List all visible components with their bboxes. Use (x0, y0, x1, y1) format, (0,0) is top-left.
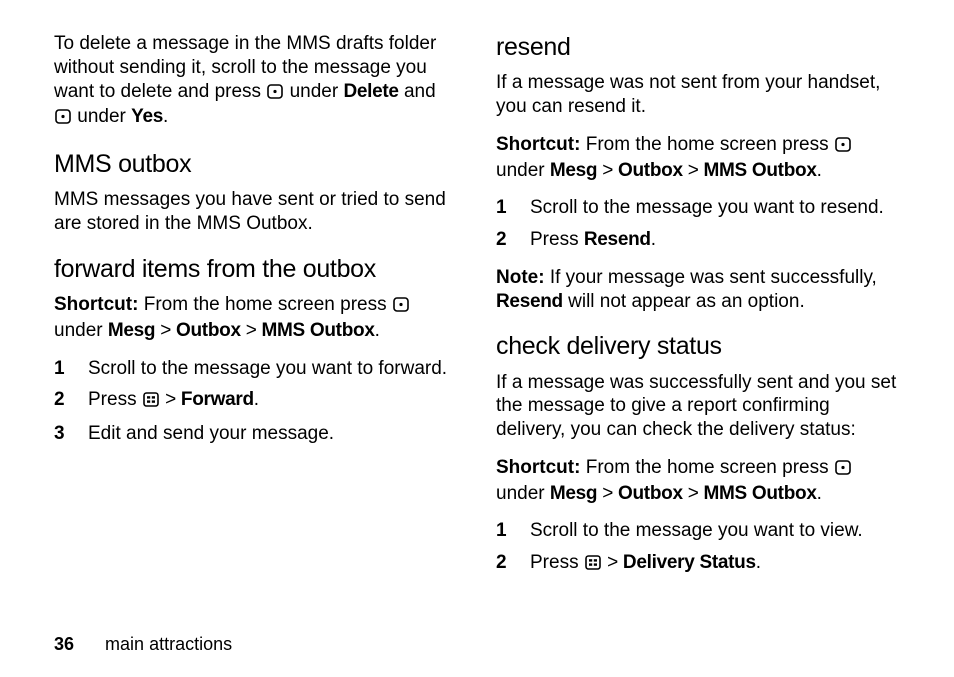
text: From the home screen press (580, 134, 833, 155)
step-number: 1 (54, 357, 72, 381)
text: Press (530, 552, 584, 573)
delete-drafts-para: To delete a message in the MMS drafts fo… (54, 32, 458, 131)
step-text: Press Resend. (530, 228, 900, 252)
path-mesg: Mesg (108, 320, 155, 341)
text: under (290, 81, 344, 102)
forward-label: Forward (181, 389, 254, 410)
path-outbox: Outbox (618, 160, 683, 181)
gt: > (165, 389, 181, 410)
step-number: 3 (54, 422, 72, 446)
step-2: 2 Press Resend. (496, 228, 900, 252)
softkey-dot-icon (835, 135, 851, 159)
text: under (54, 320, 108, 341)
step-text: Scroll to the message you want to view. (530, 519, 900, 543)
step-1: 1 Scroll to the message you want to forw… (54, 357, 458, 381)
forward-steps: 1 Scroll to the message you want to forw… (54, 357, 458, 446)
text: under (77, 106, 131, 127)
path-mesg: Mesg (550, 483, 597, 504)
step-number: 1 (496, 519, 514, 543)
resend-label: Resend (584, 229, 651, 250)
step-text: Press > Delivery Status. (530, 551, 900, 577)
gt: > (597, 483, 618, 504)
text: under (496, 483, 550, 504)
heading-forward-items: forward items from the outbox (54, 254, 458, 285)
step-2: 2 Press > Delivery Status. (496, 551, 900, 577)
check-steps: 1 Scroll to the message you want to view… (496, 519, 900, 577)
shortcut-label: Shortcut: (54, 294, 138, 315)
text: Press (88, 389, 142, 410)
menu-key-icon (143, 390, 159, 414)
text: and (404, 81, 436, 102)
step-number: 2 (496, 551, 514, 577)
resend-label: Resend (496, 291, 563, 312)
softkey-dot-icon (393, 295, 409, 319)
softkey-dot-icon (267, 82, 283, 106)
text: . (817, 483, 822, 504)
heading-mms-outbox: MMS outbox (54, 149, 458, 180)
path-mms-outbox: MMS Outbox (703, 160, 816, 181)
step-text: Press > Forward. (88, 388, 458, 414)
heading-resend: resend (496, 32, 900, 63)
delivery-status-label: Delivery Status (623, 552, 756, 573)
text: . (651, 229, 656, 250)
yes-label: Yes (131, 106, 163, 127)
page-number: 36 (54, 634, 74, 654)
path-mms-outbox: MMS Outbox (261, 320, 374, 341)
text: . (254, 389, 259, 410)
text: From the home screen press (580, 457, 833, 478)
right-column: resend If a message was not sent from yo… (496, 32, 900, 591)
path-mms-outbox: MMS Outbox (703, 483, 816, 504)
text: If your message was sent successfully, (545, 267, 877, 288)
step-number: 2 (54, 388, 72, 414)
step-3: 3 Edit and send your message. (54, 422, 458, 446)
text: . (756, 552, 761, 573)
text: . (375, 320, 380, 341)
shortcut-label: Shortcut: (496, 457, 580, 478)
step-number: 1 (496, 196, 514, 220)
gt: > (597, 160, 618, 181)
check-para: If a message was successfully sent and y… (496, 371, 900, 442)
check-shortcut-para: Shortcut: From the home screen press und… (496, 456, 900, 506)
resend-shortcut-para: Shortcut: From the home screen press und… (496, 133, 900, 183)
shortcut-label: Shortcut: (496, 134, 580, 155)
resend-note-para: Note: If your message was sent successfu… (496, 266, 900, 314)
forward-shortcut-para: Shortcut: From the home screen press und… (54, 293, 458, 343)
section-title: main attractions (105, 634, 232, 654)
step-1: 1 Scroll to the message you want to view… (496, 519, 900, 543)
step-text: Scroll to the message you want to forwar… (88, 357, 458, 381)
two-columns: To delete a message in the MMS drafts fo… (54, 32, 900, 591)
step-number: 2 (496, 228, 514, 252)
gt: > (155, 320, 176, 341)
left-column: To delete a message in the MMS drafts fo… (54, 32, 458, 591)
softkey-dot-icon (835, 458, 851, 482)
resend-steps: 1 Scroll to the message you want to rese… (496, 196, 900, 252)
menu-key-icon (585, 553, 601, 577)
path-mesg: Mesg (550, 160, 597, 181)
gt: > (607, 552, 623, 573)
text: Press (530, 229, 584, 250)
page-footer: 36 main attractions (54, 634, 232, 655)
path-outbox: Outbox (618, 483, 683, 504)
resend-para: If a message was not sent from your hand… (496, 71, 900, 119)
text: will not appear as an option. (563, 291, 805, 312)
delete-label: Delete (343, 81, 398, 102)
text: under (496, 160, 550, 181)
gt: > (683, 483, 704, 504)
text: From the home screen press (138, 294, 391, 315)
step-1: 1 Scroll to the message you want to rese… (496, 196, 900, 220)
step-text: Scroll to the message you want to resend… (530, 196, 900, 220)
gt: > (683, 160, 704, 181)
manual-page: To delete a message in the MMS drafts fo… (0, 0, 954, 677)
step-2: 2 Press > Forward. (54, 388, 458, 414)
step-text: Edit and send your message. (88, 422, 458, 446)
outbox-para: MMS messages you have sent or tried to s… (54, 188, 458, 236)
text: . (817, 160, 822, 181)
note-label: Note: (496, 267, 545, 288)
softkey-dot-icon (55, 107, 71, 131)
gt: > (241, 320, 262, 341)
heading-check-delivery: check delivery status (496, 331, 900, 362)
path-outbox: Outbox (176, 320, 241, 341)
text: . (163, 106, 168, 127)
